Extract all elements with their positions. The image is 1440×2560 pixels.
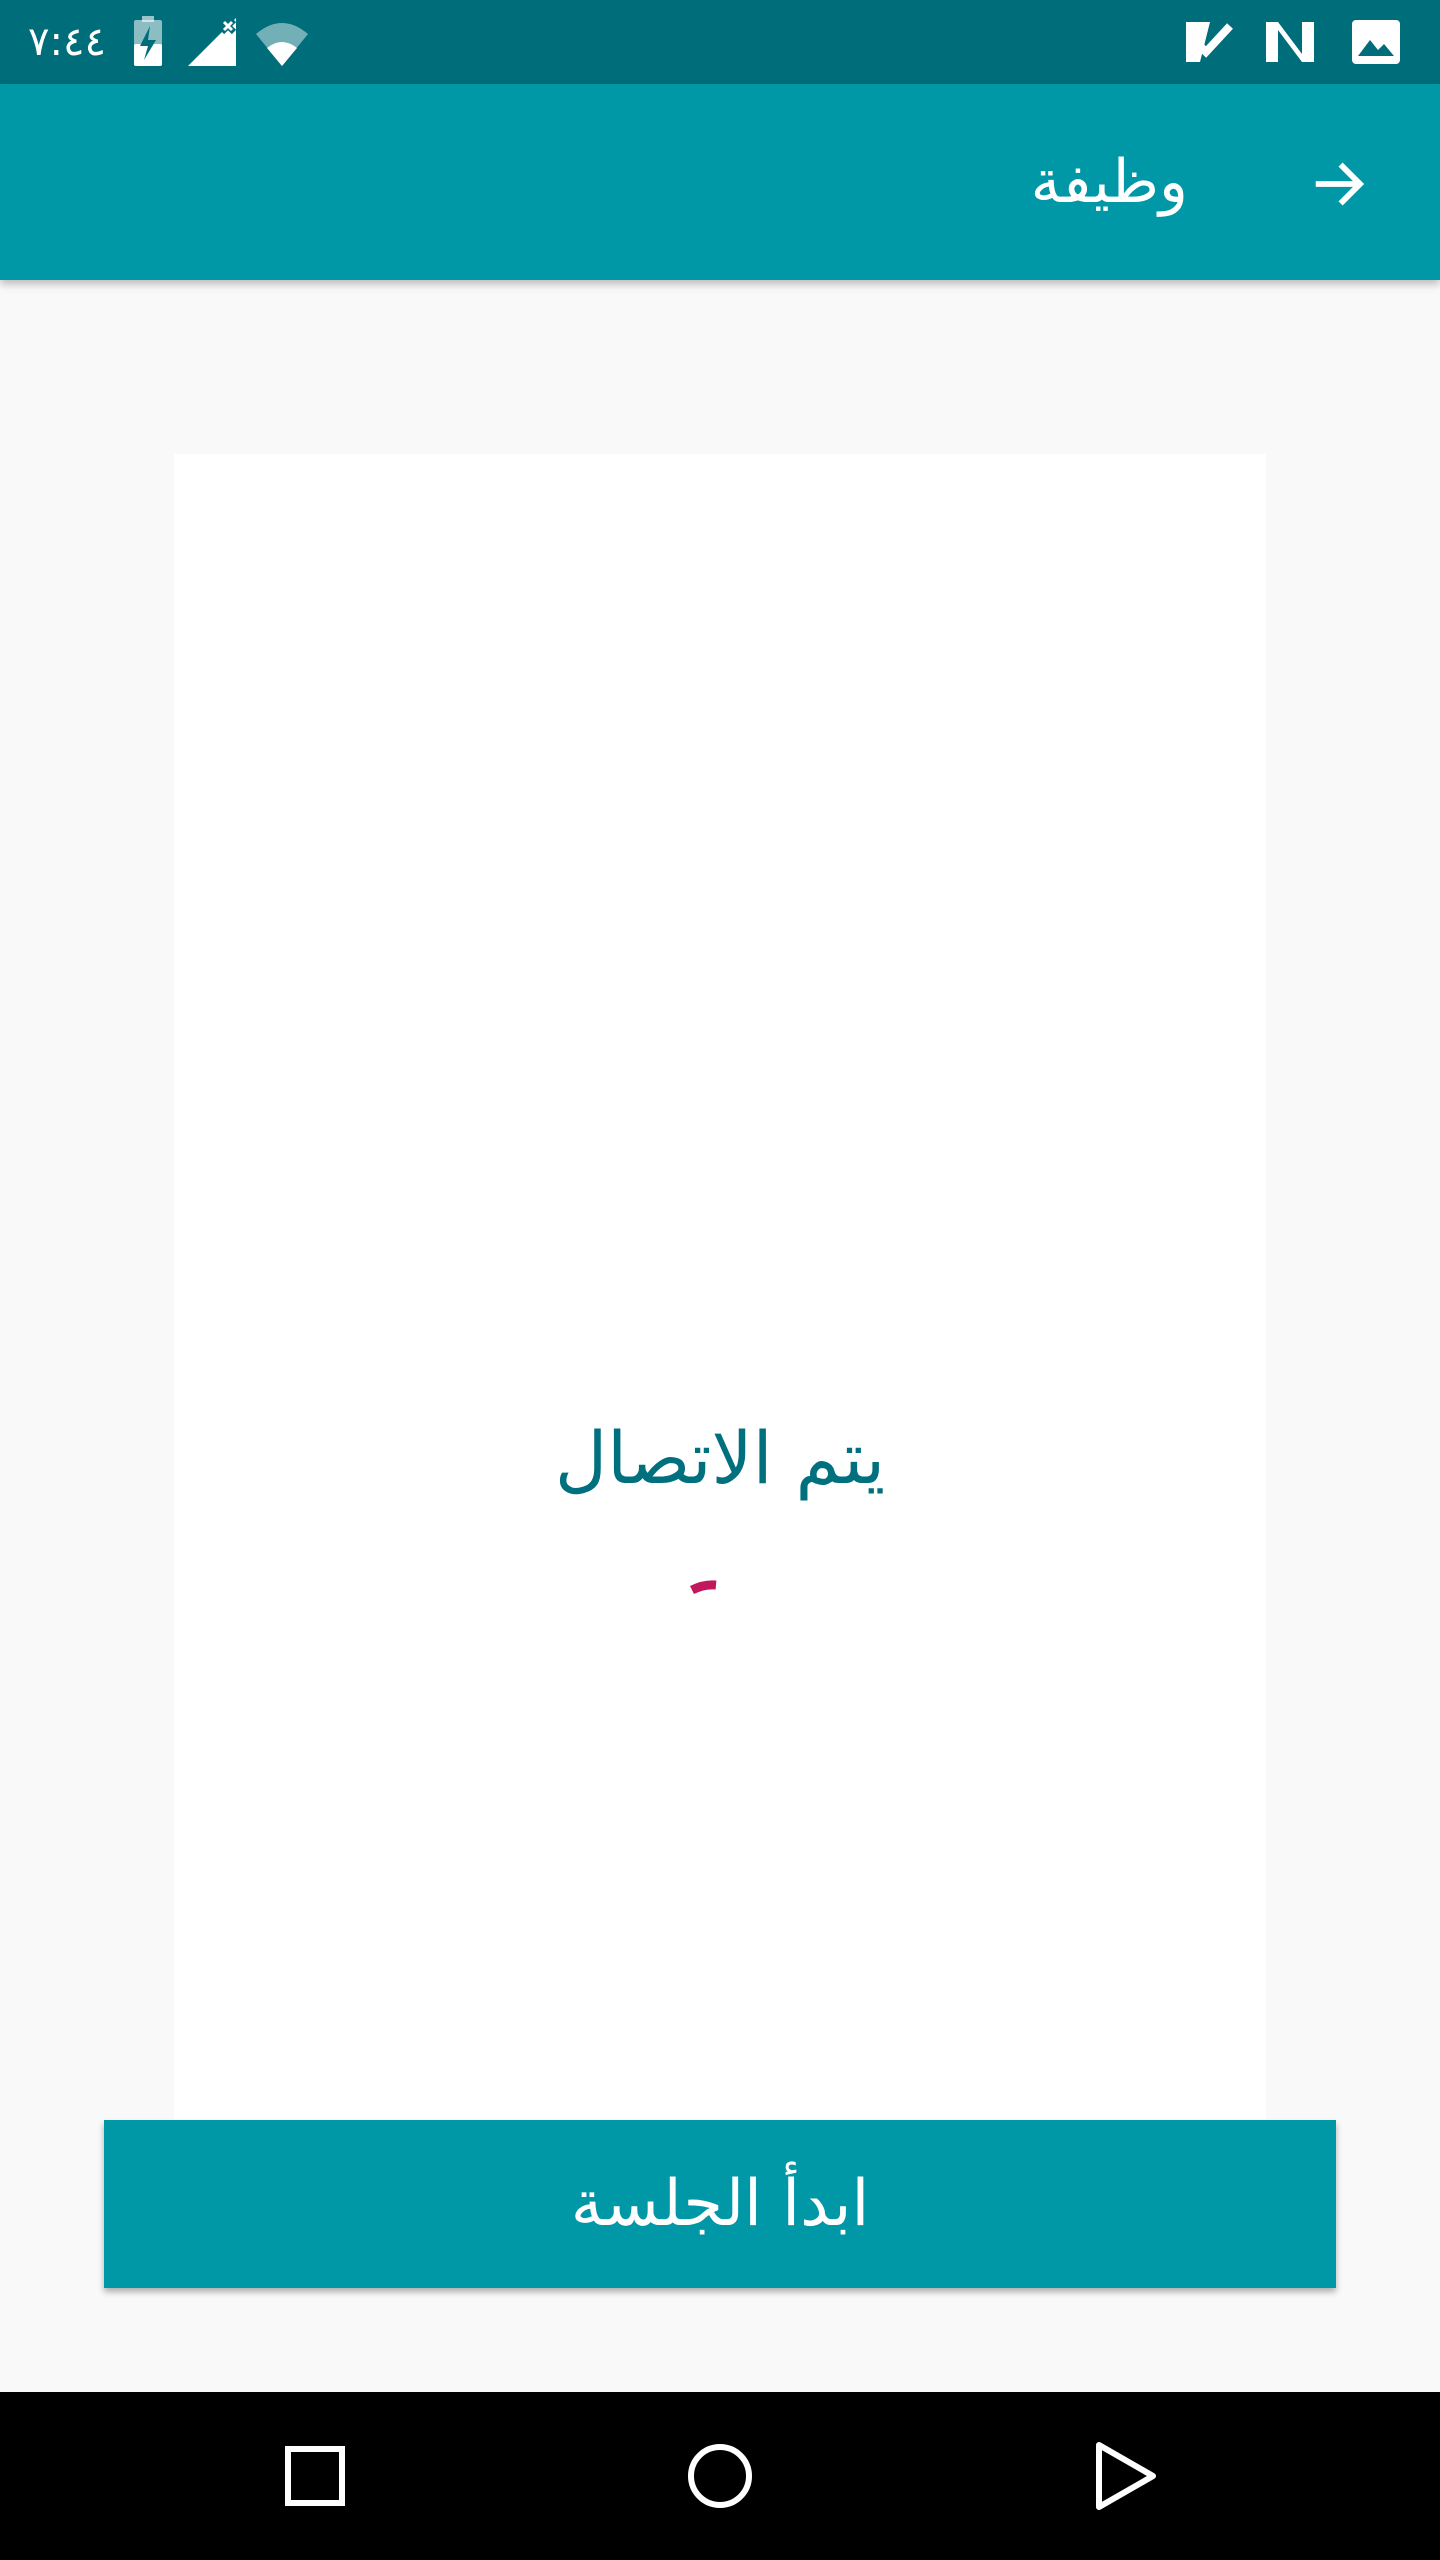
main-content: يتم الاتصال ابدأ الجلسة	[0, 280, 1440, 2392]
status-time: ٧:٤٤	[28, 19, 106, 65]
recents-square-icon	[285, 2446, 345, 2506]
start-session-button[interactable]: ابدأ الجلسة	[104, 2120, 1336, 2288]
loading-spinner-icon	[689, 1580, 717, 1595]
wifi-icon	[256, 23, 308, 66]
home-button[interactable]	[670, 2426, 770, 2526]
back-triangle-icon	[1096, 2442, 1156, 2510]
recents-button[interactable]	[265, 2426, 365, 2526]
page-title: وظيفة	[1030, 147, 1188, 217]
app-bar: وظيفة	[0, 84, 1440, 280]
back-nav-button[interactable]	[1074, 2426, 1174, 2526]
connection-card: يتم الاتصال	[174, 454, 1266, 2194]
arrow-right-icon	[1315, 162, 1365, 206]
battery-charging-icon	[134, 16, 162, 66]
connecting-status-text: يتم الاتصال	[554, 1416, 886, 1500]
status-bar: ٧:٤٤	[0, 0, 1440, 84]
task-check-icon	[1186, 22, 1233, 62]
back-button[interactable]	[1292, 136, 1388, 232]
image-icon	[1352, 20, 1400, 64]
home-circle-icon	[688, 2444, 752, 2508]
n-logo-icon	[1266, 22, 1314, 62]
signal-off-icon	[188, 17, 237, 66]
navigation-bar	[0, 2392, 1440, 2560]
